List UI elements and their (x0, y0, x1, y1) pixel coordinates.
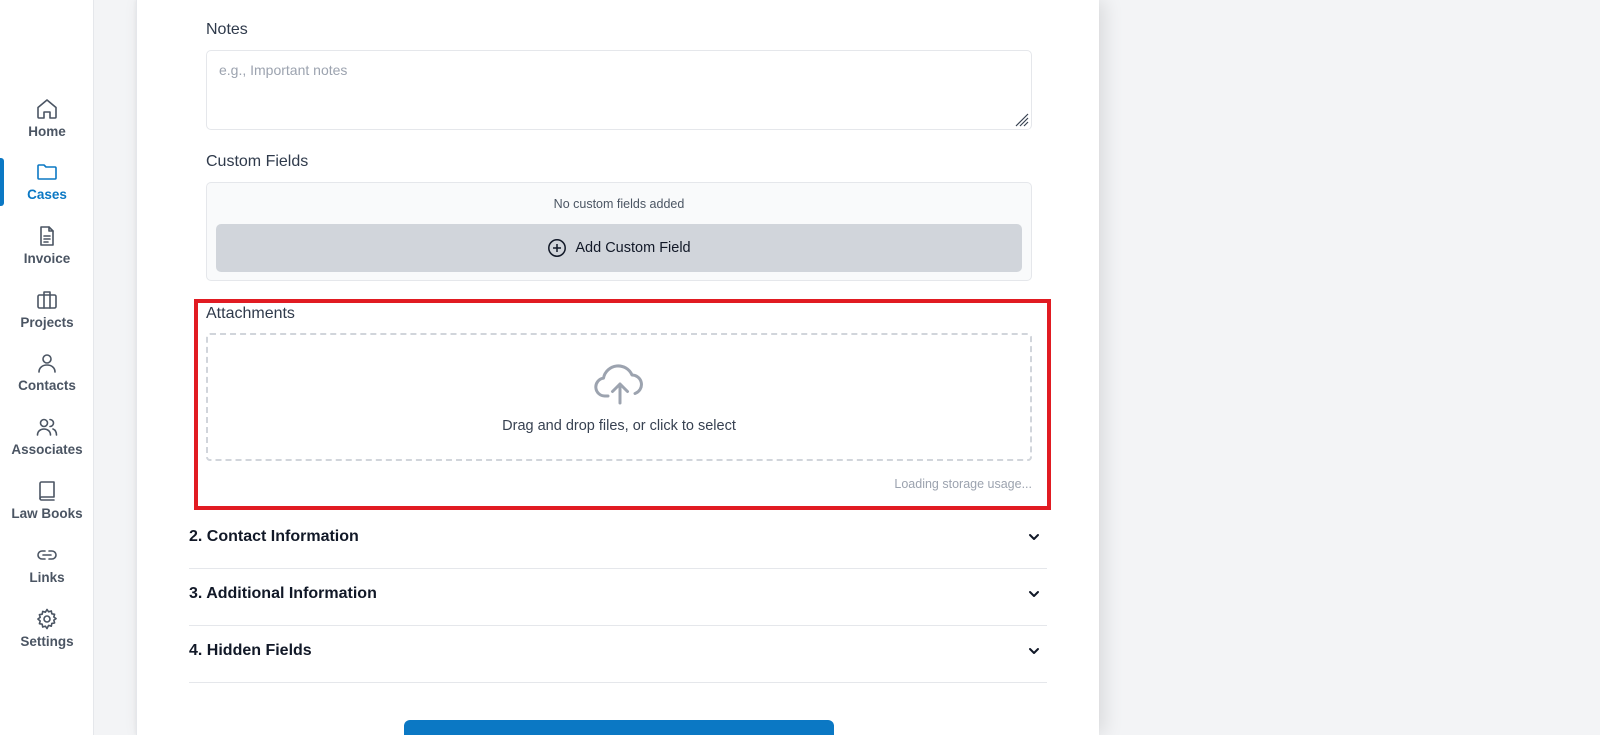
chevron-down-icon (1029, 648, 1039, 654)
sidebar-item-law-books[interactable]: Law Books (0, 472, 94, 528)
home-icon (37, 99, 57, 119)
sidebar-item-label: Law Books (11, 506, 83, 521)
notes-textarea[interactable]: e.g., Important notes (206, 50, 1032, 130)
sidebar-item-cases[interactable]: Cases (0, 153, 94, 209)
gear-icon (37, 608, 57, 630)
custom-fields-label: Custom Fields (206, 153, 309, 170)
sidebar-item-label: Invoice (23, 251, 71, 266)
section-title: 2. Contact Information (189, 528, 359, 545)
no-custom-fields-text: No custom fields added (553, 197, 685, 211)
section-additional-information[interactable]: 3. Additional Information (189, 569, 1047, 626)
sidebar-item-links[interactable]: Links (0, 536, 94, 592)
attachments-label: Attachments (206, 305, 295, 322)
content-gutter (94, 0, 136, 735)
sidebar-item-label: Cases (27, 187, 67, 202)
link-icon (37, 550, 57, 560)
sidebar-item-invoice[interactable]: Invoice (0, 217, 94, 273)
cloud-upload-icon (594, 364, 643, 405)
sidebar-item-associates[interactable]: Associates (0, 408, 94, 464)
section-title: 4. Hidden Fields (189, 642, 312, 659)
chevron-down-icon (1029, 534, 1039, 540)
add-custom-field-label: Add Custom Field (575, 240, 691, 256)
notes-label: Notes (206, 21, 248, 38)
chevron-down-icon (1029, 591, 1039, 597)
section-title: 3. Additional Information (189, 585, 377, 602)
sidebar-item-label: Contacts (18, 378, 76, 393)
briefcase-icon (37, 291, 57, 309)
book-icon (39, 481, 55, 501)
notes-placeholder: e.g., Important notes (219, 62, 348, 78)
section-hidden-fields[interactable]: 4. Hidden Fields (189, 626, 1047, 683)
document-icon (40, 226, 54, 246)
storage-usage-text: Loading storage usage... (894, 477, 1032, 491)
sidebar-item-label: Links (29, 570, 65, 585)
sidebar: Home Cases Invoice Projects Contacts Ass… (0, 0, 94, 735)
submit-button[interactable] (404, 720, 834, 735)
folder-icon (37, 164, 57, 180)
resize-handle-icon[interactable] (1011, 109, 1029, 127)
add-custom-field-button[interactable]: Add Custom Field (216, 224, 1022, 272)
custom-fields-container: No custom fields added Add Custom Field (206, 182, 1032, 281)
users-icon (36, 418, 58, 436)
user-icon (38, 354, 56, 373)
file-dropzone[interactable]: Drag and drop files, or click to select (206, 333, 1032, 461)
sidebar-item-home[interactable]: Home (0, 90, 94, 146)
section-contact-information[interactable]: 2. Contact Information (189, 512, 1047, 569)
dropzone-text: Drag and drop files, or click to select (502, 418, 736, 434)
sidebar-item-settings[interactable]: Settings (0, 600, 94, 656)
sidebar-item-contacts[interactable]: Contacts (0, 344, 94, 400)
sidebar-item-label: Home (28, 124, 66, 139)
sidebar-item-label: Settings (20, 634, 74, 649)
sidebar-item-label: Projects (20, 315, 74, 330)
plus-circle-icon (548, 239, 567, 257)
sidebar-item-label: Associates (11, 442, 83, 457)
sidebar-item-projects[interactable]: Projects (0, 281, 94, 337)
